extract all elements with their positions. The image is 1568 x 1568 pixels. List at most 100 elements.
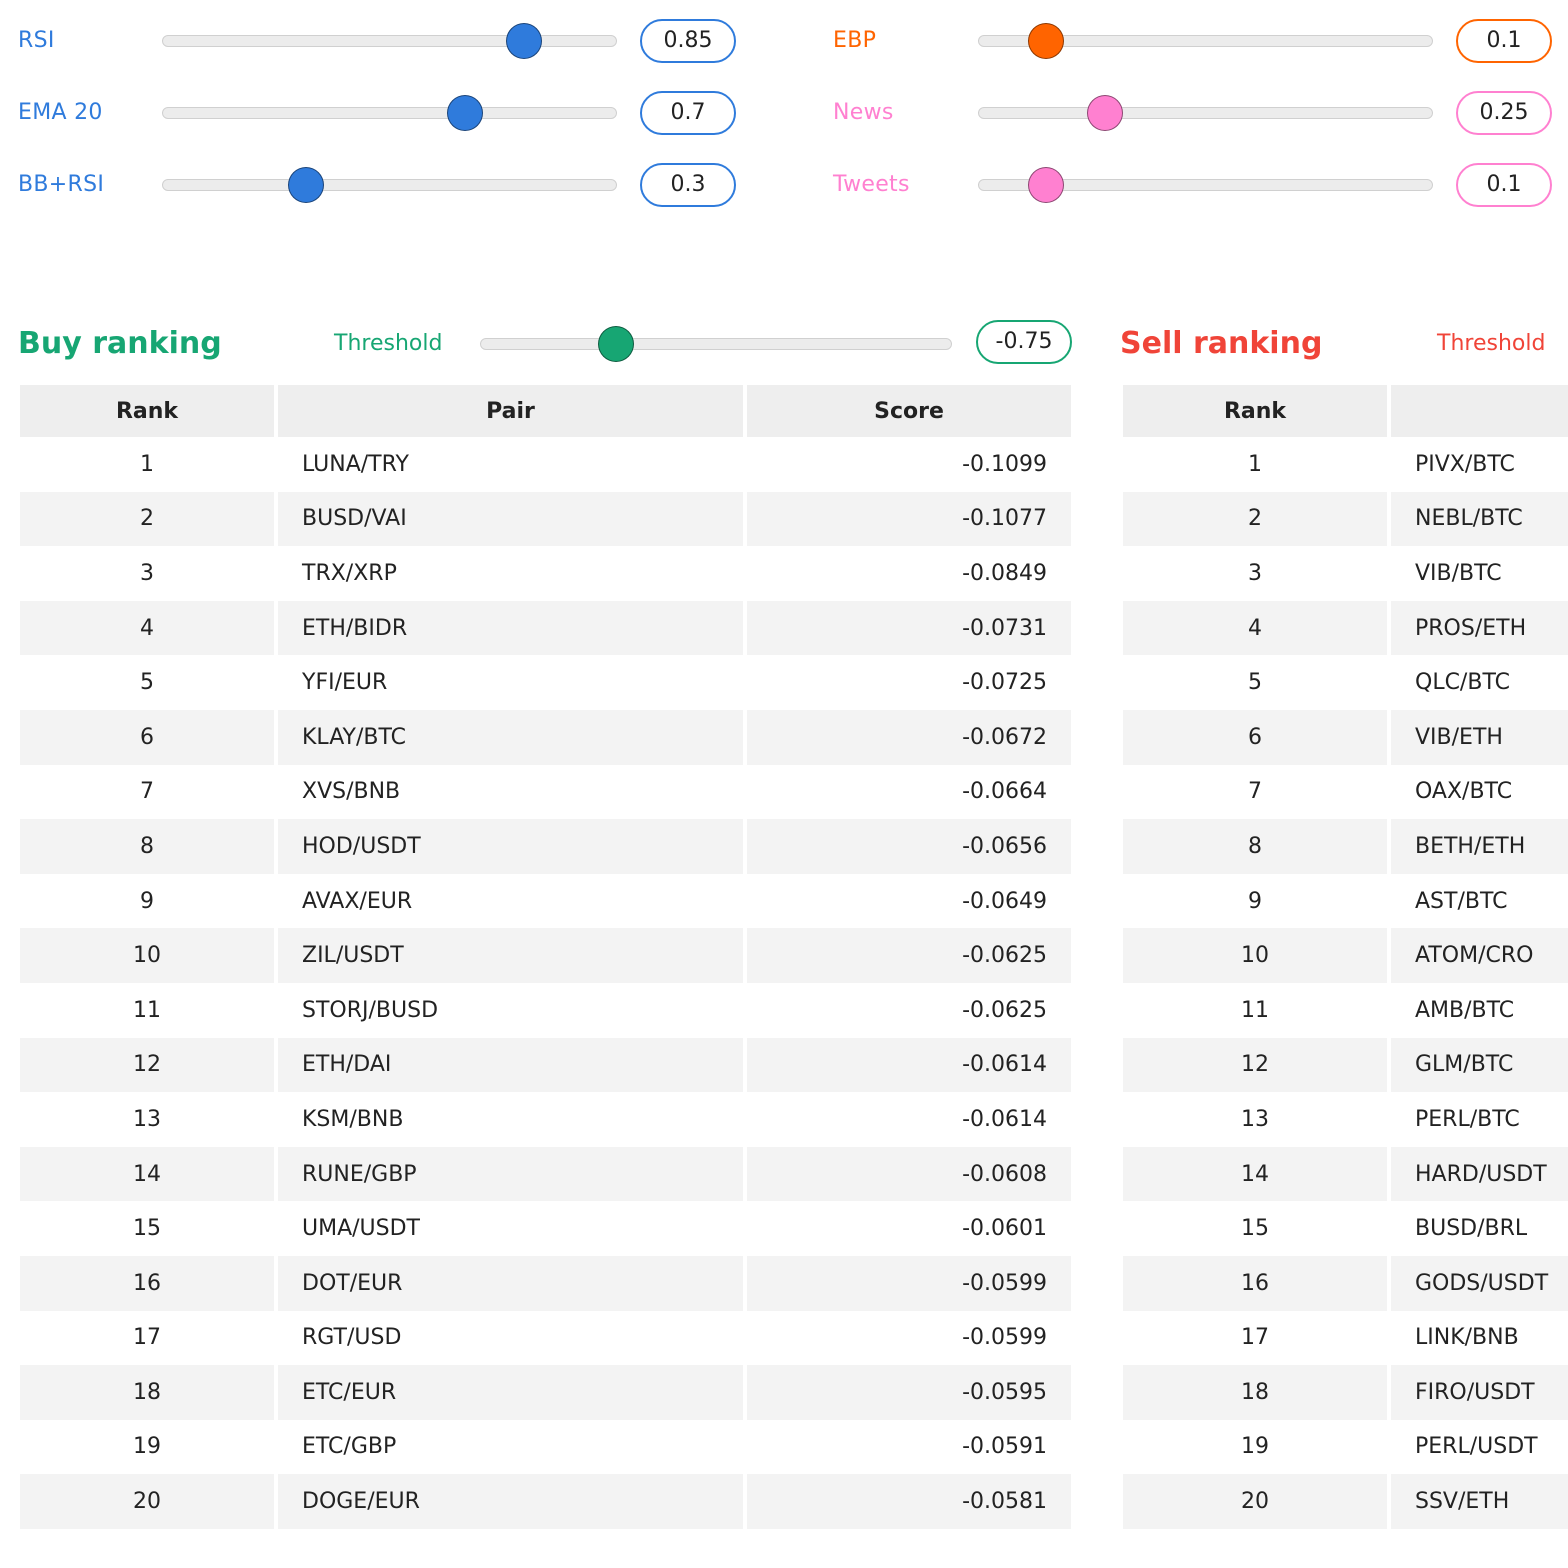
buy-table-row[interactable]: 18 ETC/EUR -0.0595 [20,1365,1071,1420]
buy-pair-header[interactable]: Pair [278,385,743,437]
buy-table-row[interactable]: 1 LUNA/TRY -0.1099 [20,437,1071,492]
buy-pair-cell: RUNE/GBP [278,1146,743,1202]
buy-rank-header[interactable]: Rank [20,385,274,437]
buy-score-cell: -0.0599 [747,1255,1071,1311]
buy-score-cell: -0.0672 [747,709,1071,765]
buy-pair-cell: STORJ/BUSD [278,982,743,1038]
buy-score-cell: -0.0599 [747,1310,1071,1366]
tweets-slider-thumb[interactable] [1028,167,1065,203]
sell-rank-cell: 13 [1123,1092,1387,1147]
sell-table-row[interactable]: 18 FIRO/USDT [1123,1365,1568,1420]
sell-table-row[interactable]: 17 LINK/BNB [1123,1310,1568,1366]
buy-table-row[interactable]: 9 AVAX/EUR -0.0649 [20,873,1071,929]
news-slider-thumb[interactable] [1086,95,1123,131]
rsi-slider-thumb[interactable] [505,23,542,59]
buy-table-row[interactable]: 12 ETH/DAI -0.0614 [20,1037,1071,1093]
bbrsi-slider-thumb[interactable] [287,167,324,203]
sell-rank-cell: 5 [1123,655,1387,710]
sell-table-row[interactable]: 11 AMB/BTC [1123,982,1568,1038]
sell-table-row[interactable]: 8 BETH/ETH [1123,819,1568,874]
sell-rank-cell: 11 [1123,982,1387,1038]
sell-pair-cell: PERL/USDT [1391,1419,1568,1475]
buy-threshold-value[interactable]: -0.75 [976,320,1072,364]
sell-rank-header[interactable]: Rank [1123,385,1387,437]
sell-pair-cell: GLM/BTC [1391,1037,1568,1093]
buy-pair-cell: BUSD/VAI [278,491,743,547]
buy-table-row[interactable]: 6 KLAY/BTC -0.0672 [20,709,1071,765]
ebp-slider-thumb[interactable] [1028,23,1065,59]
sell-pair-cell: ATOM/CRO [1391,928,1568,983]
buy-table-header: Rank Pair Score [20,385,1071,437]
buy-ranking-table: Rank Pair Score 1 LUNA/TRY -0.1099 2 BUSD/VA… [16,385,1075,1529]
sell-table-row[interactable]: 7 OAX/BTC [1123,764,1568,820]
ema20-slider-thumb[interactable] [446,95,483,131]
news-slider-track[interactable] [978,107,1433,119]
ema20-slider-track[interactable] [162,107,617,119]
buy-score-cell: -0.0625 [747,982,1071,1038]
buy-table-row[interactable]: 3 TRX/XRP -0.0849 [20,546,1071,601]
rsi-value-box[interactable]: 0.85 [640,19,736,63]
buy-table-row[interactable]: 10 ZIL/USDT -0.0625 [20,928,1071,983]
sell-table-row[interactable]: 3 VIB/BTC [1123,546,1568,601]
sell-table-row[interactable]: 5 QLC/BTC [1123,655,1568,710]
sell-table-row[interactable]: 14 HARD/USDT [1123,1146,1568,1202]
buy-rank-cell: 13 [20,1092,274,1147]
sell-table-row[interactable]: 19 PERL/USDT [1123,1419,1568,1475]
page: RSI 0.85 EMA 20 0.7 BB+RSI 0.3 EBP 0.1 News 0.25 T… [0,0,1568,1568]
sell-table-row[interactable]: 1 PIVX/BTC [1123,437,1568,492]
sell-pair-header[interactable] [1391,385,1568,437]
sell-table-row[interactable]: 13 PERL/BTC [1123,1092,1568,1147]
buy-table-row[interactable]: 11 STORJ/BUSD -0.0625 [20,982,1071,1038]
sell-table-row[interactable]: 4 PROS/ETH [1123,600,1568,656]
sell-table-row[interactable]: 9 AST/BTC [1123,873,1568,929]
sell-threshold-label: Threshold [1437,331,1546,356]
sell-table-row[interactable]: 12 GLM/BTC [1123,1037,1568,1093]
sell-table-row[interactable]: 15 BUSD/BRL [1123,1201,1568,1256]
buy-rank-cell: 16 [20,1255,274,1311]
sell-pair-cell: GODS/USDT [1391,1255,1568,1311]
buy-threshold-slider-track[interactable] [480,338,952,350]
buy-table-row[interactable]: 4 ETH/BIDR -0.0731 [20,600,1071,656]
buy-threshold-slider-thumb[interactable] [597,326,634,362]
sell-rank-cell: 4 [1123,600,1387,656]
bbrsi-slider-track[interactable] [162,179,617,191]
buy-score-cell: -0.0608 [747,1146,1071,1202]
rsi-label: RSI [18,28,55,53]
buy-table-row[interactable]: 2 BUSD/VAI -0.1077 [20,491,1071,547]
buy-rank-cell: 19 [20,1419,274,1475]
sell-table-row[interactable]: 16 GODS/USDT [1123,1255,1568,1311]
rsi-slider-track[interactable] [162,35,617,47]
buy-rank-cell: 18 [20,1365,274,1420]
ebp-label: EBP [833,28,877,53]
sell-rank-cell: 8 [1123,819,1387,874]
sell-pair-cell: NEBL/BTC [1391,491,1568,547]
buy-table-row[interactable]: 20 DOGE/EUR -0.0581 [20,1474,1071,1529]
buy-pair-cell: ETH/BIDR [278,600,743,656]
sell-table-row[interactable]: 10 ATOM/CRO [1123,928,1568,983]
buy-table-row[interactable]: 17 RGT/USD -0.0599 [20,1310,1071,1366]
buy-table-row[interactable]: 19 ETC/GBP -0.0591 [20,1419,1071,1475]
buy-pair-cell: ETH/DAI [278,1037,743,1093]
buy-rank-cell: 10 [20,928,274,983]
sell-pair-cell: LINK/BNB [1391,1310,1568,1366]
news-value-box[interactable]: 0.25 [1456,91,1552,135]
buy-score-cell: -0.0595 [747,1365,1071,1420]
buy-table-row[interactable]: 7 XVS/BNB -0.0664 [20,764,1071,820]
buy-table-row[interactable]: 5 YFI/EUR -0.0725 [20,655,1071,710]
buy-score-cell: -0.1077 [747,491,1071,547]
buy-score-header[interactable]: Score [747,385,1071,437]
tweets-value-box[interactable]: 0.1 [1456,163,1552,207]
ema20-label: EMA 20 [18,100,103,125]
sell-table-row[interactable]: 6 VIB/ETH [1123,709,1568,765]
ema20-value-box[interactable]: 0.7 [640,91,736,135]
buy-table-row[interactable]: 13 KSM/BNB -0.0614 [20,1092,1071,1147]
buy-table-row[interactable]: 8 HOD/USDT -0.0656 [20,819,1071,874]
sell-table-row[interactable]: 2 NEBL/BTC [1123,491,1568,547]
buy-table-row[interactable]: 16 DOT/EUR -0.0599 [20,1255,1071,1311]
buy-table-row[interactable]: 14 RUNE/GBP -0.0608 [20,1146,1071,1202]
buy-table-row[interactable]: 15 UMA/USDT -0.0601 [20,1201,1071,1256]
sell-table-row[interactable]: 20 SSV/ETH [1123,1474,1568,1529]
ebp-value-box[interactable]: 0.1 [1456,19,1552,63]
bbrsi-value-box[interactable]: 0.3 [640,163,736,207]
buy-rank-cell: 11 [20,982,274,1038]
